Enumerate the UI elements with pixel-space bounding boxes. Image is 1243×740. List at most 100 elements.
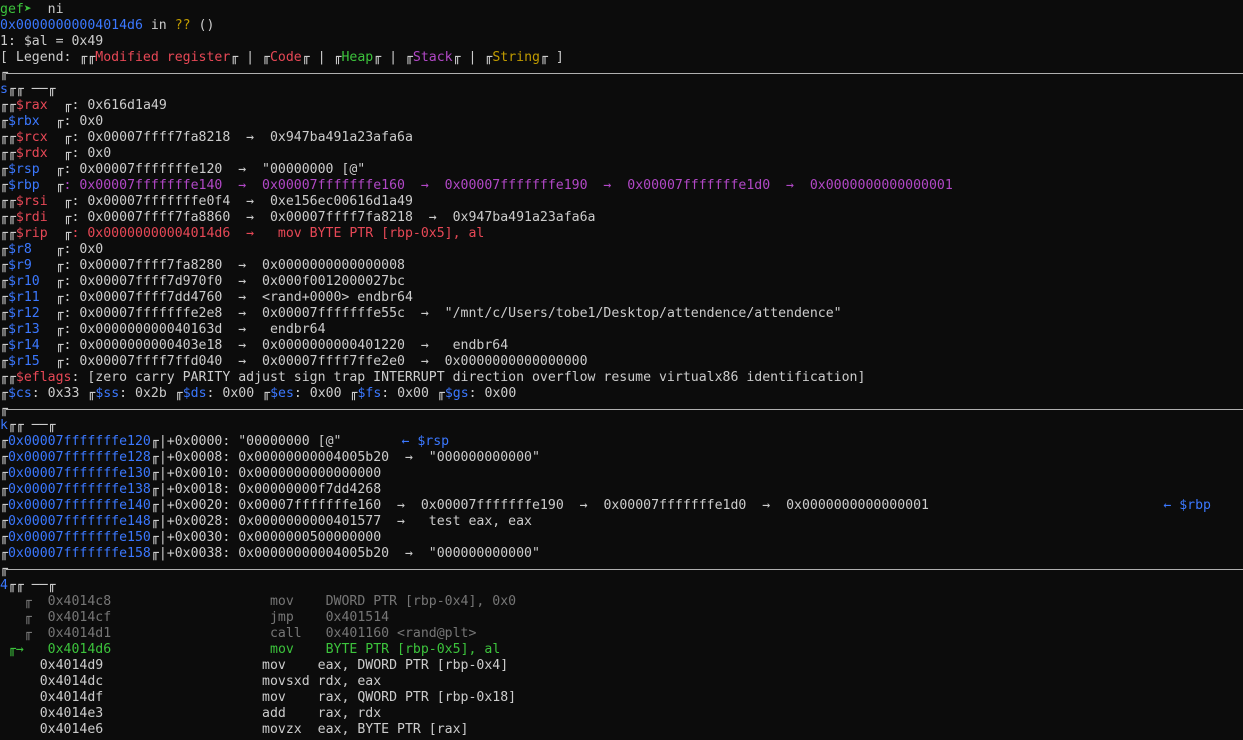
register-glyph: ╓╓ <box>0 194 16 209</box>
register-pad: ╓ <box>39 338 64 353</box>
prompt-line: gef➤ ni <box>0 2 1243 18</box>
segment-value: : 0x2b <box>119 386 167 401</box>
register-glyph: ╓╓ <box>0 210 16 225</box>
stack-sep: ╓| <box>150 498 167 513</box>
code-address: 0x4014d1 <box>47 626 112 641</box>
code-gap <box>103 674 262 689</box>
stack-sep: ╓| <box>150 546 167 561</box>
current-arrow-icon: → <box>15 642 24 657</box>
register-row: ╓╓$rsi ╓: 0x00007fffffffe0f4 → 0xe156ec0… <box>0 194 1243 210</box>
code-row: 0x4014dc movsxd rdx, eax <box>0 674 1243 690</box>
legend-prefix: [ Legend: <box>0 50 80 65</box>
register-name: $r10 <box>7 274 40 289</box>
segment-name: $ss <box>95 386 120 401</box>
location-address: 0x00000000004014d6 <box>0 18 143 33</box>
stack-offset: +0x0010: <box>166 466 239 481</box>
stack-value: 0x0000000000000000 <box>238 466 382 481</box>
register-glyph: ╓╓ <box>0 146 16 161</box>
register-name: $rdi <box>15 210 48 225</box>
register-value: : 0x00000000004014d6 → mov BYTE PTR [rbp… <box>71 226 485 241</box>
code-address: 0x4014df <box>39 690 104 705</box>
stack-sep: ╓| <box>150 530 167 545</box>
terminal-window[interactable]: gef➤ ni 0x00000000004014d6 in ?? () 1: $… <box>0 0 1243 740</box>
register-glyph: ╓ <box>0 274 8 289</box>
location-in: in <box>142 18 175 33</box>
prompt-name: gef➤ <box>0 2 32 17</box>
register-value: : 0x00007ffff7d970f0 → 0x000f0012000027b… <box>63 274 405 289</box>
stack-glyph: ╓ <box>0 482 8 497</box>
code-gap <box>103 658 262 673</box>
register-glyph: ╓ <box>0 338 8 353</box>
stack-value: 0x0000000500000000 <box>238 530 382 545</box>
code-gap <box>111 642 270 657</box>
code-gap <box>111 626 270 641</box>
code-gap <box>111 610 270 625</box>
code-mnemonic: call <box>269 626 302 641</box>
stack-row: ╓0x00007fffffffe128╓|+0x0008: 0x00000000… <box>0 450 1243 466</box>
stack-address: 0x00007fffffffe138 <box>7 482 151 497</box>
code-prefix <box>0 706 40 721</box>
legend-suffix: ] <box>547 50 564 65</box>
legend-stack: Stack <box>412 50 453 65</box>
stack-row: ╓0x00007fffffffe138╓|+0x0018: 0x00000000… <box>0 482 1243 498</box>
stack-address: 0x00007fffffffe150 <box>7 530 151 545</box>
stack-offset: +0x0030: <box>166 530 239 545</box>
stack-value: 0x00000000f7dd4268 <box>238 482 382 497</box>
registers-label: s <box>0 82 8 97</box>
segment-name: $ds <box>182 386 207 401</box>
code-row: ╓ 0x4014cf jmp 0x401514 <box>0 610 1243 626</box>
register-glyph: ╓ <box>0 258 8 273</box>
eflags-row: ╓╓$eflags: [zero carry PARITY adjust sig… <box>0 370 866 385</box>
code-prefix <box>0 722 40 737</box>
register-pad: ╓ <box>47 98 72 113</box>
registers-panel: ╓╓$rax ╓: 0x616d1a49 ╓$rbx ╓: 0x0 ╓╓$rcx ╓… <box>0 98 1243 370</box>
register-pad: ╓ <box>39 306 64 321</box>
code-prefix: ╓ <box>0 626 48 641</box>
stack-glyph: ╓ <box>0 466 8 481</box>
segment-gap <box>429 386 437 401</box>
legend-line: [ Legend: ╓╓Modified register╓ | ╓Code╓ … <box>0 50 564 65</box>
register-value: : 0x0 <box>63 242 104 257</box>
register-pad: ╓ <box>39 162 64 177</box>
register-value: : 0x0000000000403e18 → 0x000000000040122… <box>63 338 509 353</box>
register-value: : 0x00007ffff7ffd040 → 0x00007ffff7ffe2e… <box>63 354 588 369</box>
segment-gap <box>254 386 262 401</box>
segment-gap <box>167 386 175 401</box>
register-name: $rip <box>15 226 48 241</box>
register-value: : 0x00007fffffffe2e8 → 0x00007fffffffe55… <box>63 306 842 321</box>
stack-address: 0x00007fffffffe140 <box>7 498 151 513</box>
segment-value: : 0x33 <box>31 386 80 401</box>
code-operands: DWORD PTR [rbp-0x4], 0x0 <box>325 594 517 609</box>
code-address: 0x4014e6 <box>39 722 104 737</box>
code-row: 0x4014e3 add rax, rdx <box>0 706 1243 722</box>
code-gap <box>310 674 318 689</box>
segment-glyph: ╓ <box>436 386 445 401</box>
register-glyph: ╓ <box>0 242 8 257</box>
code-gap <box>302 722 318 737</box>
code-address: 0x4014cf <box>47 610 112 625</box>
stack-label: k <box>0 418 8 433</box>
stack-glyph: ╓ <box>0 434 8 449</box>
code-gap <box>294 610 326 625</box>
stack-address: 0x00007fffffffe128 <box>7 450 151 465</box>
register-value: : 0x00007ffff7fa8218 → 0x947ba491a23afa6… <box>71 130 413 145</box>
register-glyph: ╓ <box>0 354 8 369</box>
code-operands: rax, rdx <box>317 706 382 721</box>
register-value: : 0x000000000040163d → endbr64 <box>63 322 326 337</box>
segment-gap <box>342 386 350 401</box>
code-operands: 0x401160 <rand@plt> <box>325 626 477 641</box>
stack-address: 0x00007fffffffe158 <box>7 546 151 561</box>
segment-value: : 0x00 <box>206 386 255 401</box>
stack-address: 0x00007fffffffe120 <box>7 434 151 449</box>
register-glyph: ╓╓ <box>0 226 16 241</box>
eflags-name: $eflags <box>15 370 72 385</box>
register-value: : 0x00007fffffffe0f4 → 0xe156ec00616d1a4… <box>71 194 413 209</box>
code-gap <box>286 690 318 705</box>
code-prefix: ╓ <box>0 642 16 657</box>
legend-string: String <box>492 50 540 65</box>
stack-row: ╓0x00007fffffffe148╓|+0x0028: 0x00000000… <box>0 514 1243 530</box>
code-operands: eax, BYTE PTR [rax] <box>317 722 469 737</box>
segment-glyph: ╓ <box>0 386 8 401</box>
stack-row: ╓0x00007fffffffe158╓|+0x0038: 0x00000000… <box>0 546 1243 562</box>
register-row: ╓╓$rdi ╓: 0x00007ffff7fa8860 → 0x00007ff… <box>0 210 1243 226</box>
